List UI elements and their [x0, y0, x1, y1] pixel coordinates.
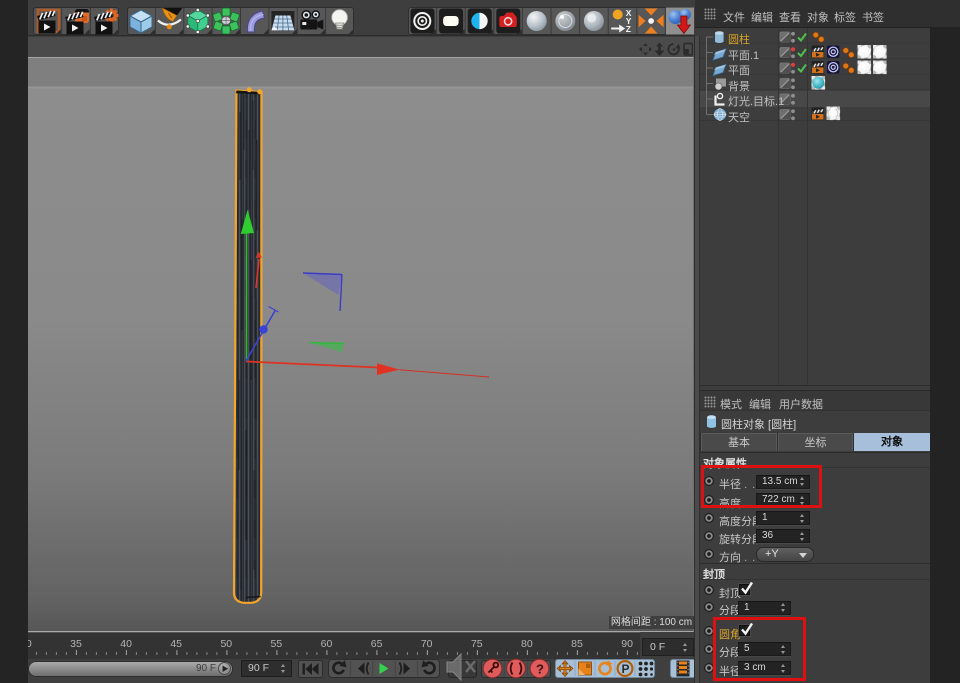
svg-text:?: ?	[536, 662, 544, 677]
svg-text:P: P	[622, 662, 630, 676]
